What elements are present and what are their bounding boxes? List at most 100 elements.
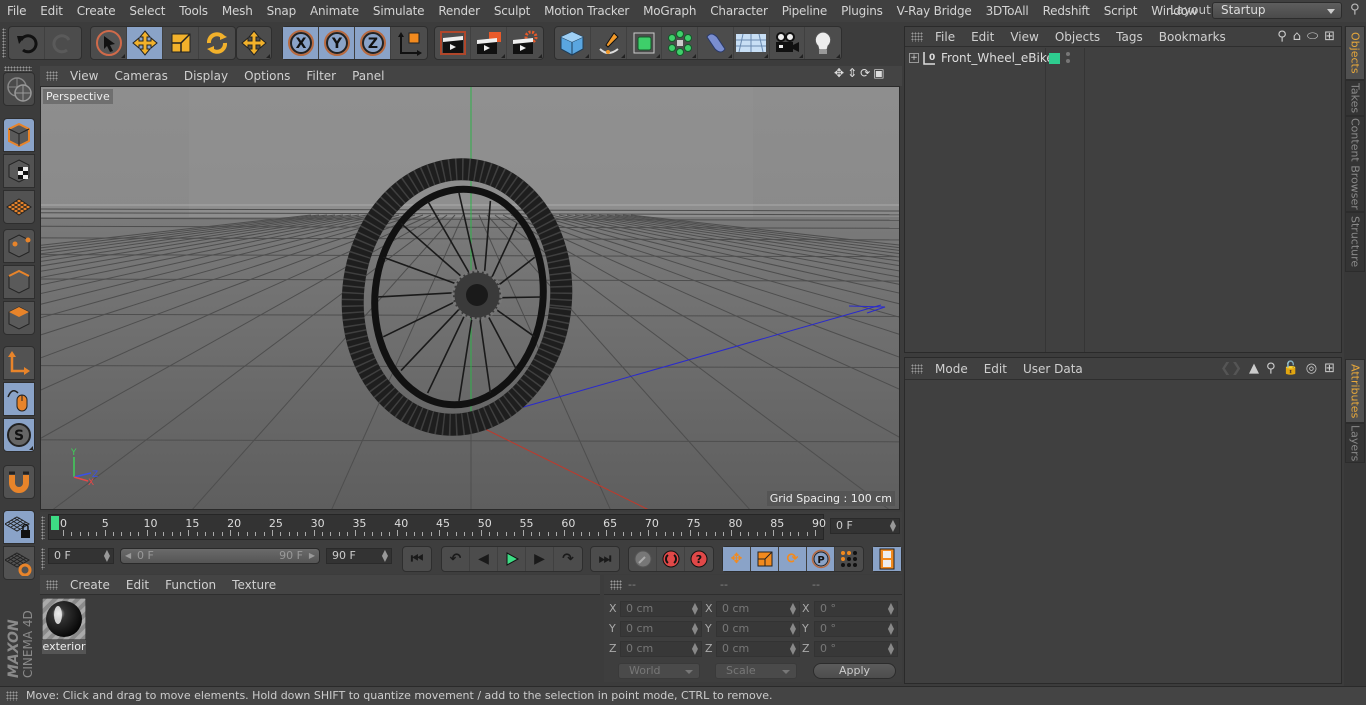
maximize-view-icon[interactable]: ▣ [873, 66, 884, 80]
rotation-h-field[interactable]: 0 ° ▲ ▼ [814, 601, 898, 617]
edge-mode-button[interactable] [3, 265, 35, 299]
range-left-arrow[interactable]: ◀ [125, 549, 131, 563]
viewport-menu-cameras[interactable]: Cameras [106, 69, 175, 83]
new-panel-icon[interactable]: ⊞ [1324, 361, 1335, 376]
workplane-lock-button[interactable] [3, 510, 35, 544]
solo-mode-button[interactable]: S [3, 418, 35, 452]
size-z-field[interactable]: 0 cm ▲ ▼ [716, 641, 800, 657]
viewport-grip[interactable] [46, 71, 58, 81]
goto-end-button[interactable]: ⏭ [591, 547, 619, 571]
material-menu-texture[interactable]: Texture [224, 578, 284, 592]
subdivision-surface-button[interactable] [627, 27, 663, 59]
rotation-p-field[interactable]: 0 ° ▲ ▼ [814, 621, 898, 637]
polygon-mode-button[interactable] [3, 301, 35, 335]
floor-button[interactable] [734, 27, 770, 59]
camera-button[interactable] [770, 27, 806, 59]
coordinate-mode-dropdown[interactable]: World [618, 663, 700, 679]
lock-icon[interactable]: 🔓 [1283, 361, 1299, 376]
objects-menu-view[interactable]: View [1002, 30, 1046, 44]
size-mode-dropdown[interactable]: Scale [715, 663, 797, 679]
new-panel-icon[interactable]: ⊞ [1324, 29, 1335, 44]
current-frame-marker[interactable] [51, 516, 59, 530]
snap-toggle-button[interactable] [3, 465, 35, 499]
attributes-menu-mode[interactable]: Mode [927, 362, 976, 376]
material-grip[interactable] [46, 579, 58, 590]
search-icon[interactable]: ⚲ [1350, 2, 1360, 17]
material-menu-edit[interactable]: Edit [118, 578, 157, 592]
toggle-visibility-icon[interactable]: ⬭ [1307, 29, 1318, 44]
viewport-menu-options[interactable]: Options [236, 69, 298, 83]
apply-button[interactable]: Apply [813, 663, 896, 679]
position-z-field[interactable]: 0 cm ▲ ▼ [620, 641, 702, 657]
record-key-button[interactable] [629, 547, 657, 571]
coordinate-grip[interactable] [610, 580, 622, 590]
menu-snap[interactable]: Snap [260, 4, 303, 18]
attribute-manager-grip[interactable] [911, 363, 923, 374]
tab-takes[interactable]: Takes [1345, 80, 1365, 116]
attributes-menu-edit[interactable]: Edit [976, 362, 1015, 376]
recent-move-button[interactable] [237, 27, 271, 59]
attributes-menu-user-data[interactable]: User Data [1015, 362, 1091, 376]
play-button[interactable] [498, 547, 526, 571]
material-menu-create[interactable]: Create [62, 578, 118, 592]
menu-file[interactable]: File [0, 4, 33, 18]
goto-prev-keyframe-button[interactable]: ↶ [442, 547, 470, 571]
tab-layers[interactable]: Layers [1345, 423, 1365, 463]
menu-script[interactable]: Script [1097, 4, 1145, 18]
rotate-tool-button[interactable] [199, 27, 235, 59]
viewport-menu-filter[interactable]: Filter [298, 69, 344, 83]
objects-menu-tags[interactable]: Tags [1108, 30, 1151, 44]
key-scale-toggle[interactable] [751, 547, 779, 571]
material-menu-function[interactable]: Function [157, 578, 224, 592]
menu-select[interactable]: Select [122, 4, 172, 18]
orbit-view-icon[interactable]: ⟳ [860, 66, 870, 80]
next-frame-button[interactable]: ▶ [526, 547, 554, 571]
search-icon[interactable]: ⚲ [1277, 29, 1287, 44]
redo-button[interactable] [45, 27, 81, 59]
timeline-ruler[interactable]: 0 5 10 15 20 25 30 35 40 45 50 55 60 65 70 75 80 85 90 [48, 514, 826, 540]
live-selection-button[interactable] [91, 27, 127, 59]
menu-redshift[interactable]: Redshift [1036, 4, 1097, 18]
light-button[interactable] [805, 27, 841, 59]
y-axis-toggle[interactable]: Y [319, 27, 355, 59]
viewport-menu-panel[interactable]: Panel [344, 69, 392, 83]
menu-sculpt[interactable]: Sculpt [487, 4, 537, 18]
end-frame-field[interactable]: 90 F ▲ ▼ [326, 548, 392, 564]
menu-render[interactable]: Render [431, 4, 487, 18]
render-visibility-dot[interactable] [1066, 59, 1070, 63]
home-icon[interactable]: ⌂ [1293, 29, 1301, 44]
coordinate-system-button[interactable] [391, 27, 427, 59]
menu-simulate[interactable]: Simulate [366, 4, 431, 18]
menu-create[interactable]: Create [70, 4, 123, 18]
timeline-grip[interactable] [41, 516, 45, 540]
history-arrows-icon[interactable]: ❮❯ [1220, 361, 1242, 376]
render-to-picture-viewer-button[interactable] [471, 27, 507, 59]
key-pla-toggle[interactable] [835, 547, 863, 571]
render-settings-button[interactable] [507, 27, 543, 59]
workplane-mode-button[interactable] [3, 190, 35, 224]
x-axis-toggle[interactable]: X [283, 27, 319, 59]
add-cube-button[interactable] [555, 27, 591, 59]
goto-next-keyframe-button[interactable]: ↷ [554, 547, 582, 571]
current-frame-field[interactable]: 0 F ▲ ▼ [830, 518, 900, 534]
viewport-menu-view[interactable]: View [62, 69, 106, 83]
render-view-button[interactable] [435, 27, 471, 59]
pan-view-icon[interactable]: ✥ [834, 66, 844, 80]
tab-structure[interactable]: Structure [1345, 212, 1365, 272]
texture-mode-button[interactable] [3, 154, 35, 188]
key-parameter-toggle[interactable]: P [807, 547, 835, 571]
point-mode-button[interactable] [3, 229, 35, 263]
menu-3dtoall[interactable]: 3DToAll [979, 4, 1036, 18]
viewport-solo-button[interactable] [3, 72, 35, 106]
layout-dropdown[interactable]: Startup [1212, 2, 1342, 19]
cloner-button[interactable] [662, 27, 698, 59]
material-name[interactable]: exterior [42, 640, 86, 654]
objects-menu-file[interactable]: File [927, 30, 963, 44]
axis-mode-button[interactable] [3, 346, 35, 380]
material-swatch[interactable]: exterior [41, 597, 87, 654]
menu-pipeline[interactable]: Pipeline [775, 4, 834, 18]
3d-viewport[interactable]: Y Z X Perspective Grid Spacing : 100 cm [40, 86, 900, 510]
menu-vray-bridge[interactable]: V-Ray Bridge [890, 4, 979, 18]
expand-icon[interactable]: + [909, 53, 919, 63]
undo-button[interactable] [9, 27, 45, 59]
